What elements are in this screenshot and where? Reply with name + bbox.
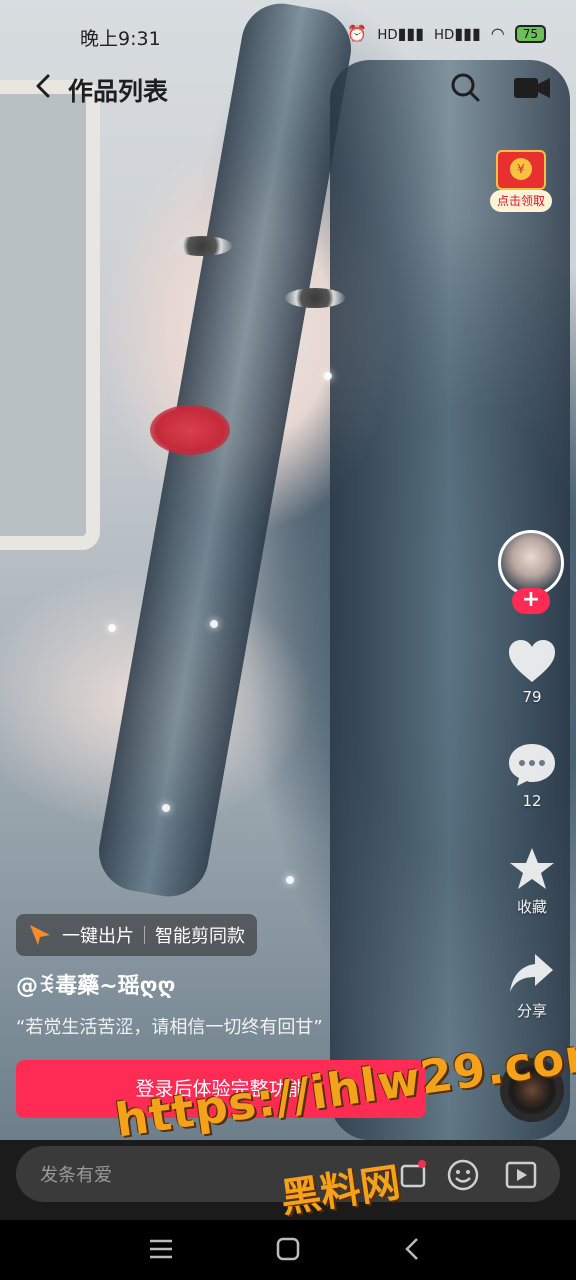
coin-icon: ¥ bbox=[510, 158, 532, 180]
favorite-label: 收藏 bbox=[516, 898, 547, 916]
sparkle-decor bbox=[324, 372, 332, 380]
home-icon[interactable] bbox=[273, 1234, 303, 1264]
comment-count: 12 bbox=[522, 792, 542, 810]
alarm-icon: ⏰ bbox=[347, 24, 368, 43]
favorite-button[interactable]: 收藏 bbox=[496, 846, 568, 917]
divider bbox=[144, 926, 145, 944]
red-packet-button[interactable]: ¥ 点击领取 bbox=[488, 146, 554, 214]
video-caption: “若觉生活苦涩，请相信一切终有回甘” bbox=[16, 1017, 323, 1038]
wifi-icon: ◠ bbox=[490, 24, 505, 43]
signal-icon-2: HD▮▮▮ bbox=[434, 24, 481, 43]
battery-indicator: 75 bbox=[514, 24, 546, 43]
comment-placeholder: 发条有爱 bbox=[40, 1165, 112, 1186]
top-header: 作品列表 bbox=[0, 60, 576, 116]
status-time: 晚上9:31 bbox=[80, 28, 161, 50]
hair-image bbox=[92, 0, 358, 903]
car-window-image bbox=[0, 80, 100, 550]
jianying-logo-icon bbox=[30, 925, 50, 945]
follow-button[interactable]: + bbox=[512, 588, 550, 614]
sparkle-decor bbox=[286, 876, 294, 884]
share-label: 分享 bbox=[516, 1002, 547, 1020]
system-nav-bar bbox=[0, 1220, 576, 1280]
video-play-icon[interactable] bbox=[504, 1158, 538, 1192]
comment-button[interactable]: 12 bbox=[496, 742, 568, 810]
search-icon[interactable] bbox=[450, 72, 480, 102]
like-button[interactable]: 79 bbox=[496, 638, 568, 706]
star-icon bbox=[510, 848, 554, 889]
chevron-left-icon[interactable] bbox=[30, 72, 58, 100]
page-title: 作品列表 bbox=[68, 77, 169, 106]
comment-icon bbox=[509, 744, 555, 786]
sparkle-decor bbox=[108, 624, 116, 632]
at-icon[interactable] bbox=[396, 1158, 430, 1192]
author-name[interactable]: @ꉂ毒藥~瑶ღღ bbox=[16, 968, 175, 1000]
camera-icon[interactable] bbox=[514, 76, 550, 100]
eye-image-left bbox=[172, 236, 232, 256]
lips-image bbox=[150, 405, 230, 455]
template-label-secondary: 智能剪同款 bbox=[155, 926, 245, 947]
sparkle-decor bbox=[162, 804, 170, 812]
signal-icon: HD▮▮▮ bbox=[377, 24, 425, 43]
status-icons: ⏰ HD▮▮▮ HD▮▮▮ ◠ 75 bbox=[347, 24, 546, 43]
back-nav-icon[interactable] bbox=[398, 1234, 428, 1264]
eye-image-right bbox=[285, 288, 345, 308]
sparkle-decor bbox=[210, 620, 218, 628]
share-button[interactable]: 分享 bbox=[496, 950, 568, 1021]
template-label-primary: 一键出片 bbox=[62, 926, 134, 947]
emoji-icon[interactable] bbox=[446, 1158, 480, 1192]
template-tag[interactable]: 一键出片 智能剪同款 bbox=[16, 914, 257, 956]
menu-icon[interactable] bbox=[146, 1234, 176, 1264]
red-packet-label: 点击领取 bbox=[490, 190, 552, 212]
heart-icon bbox=[509, 640, 555, 682]
share-arrow-icon bbox=[510, 954, 553, 992]
like-count: 79 bbox=[522, 688, 542, 706]
